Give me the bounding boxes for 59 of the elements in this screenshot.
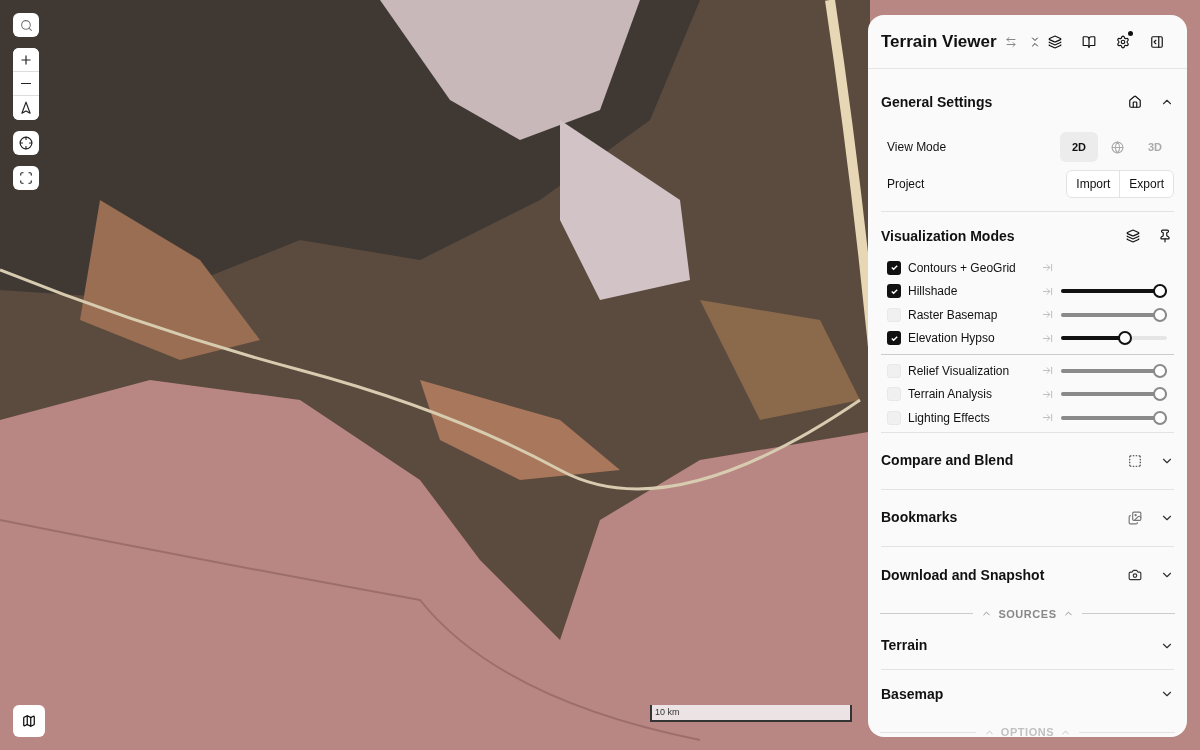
swap-icon[interactable]: [1004, 35, 1017, 48]
opacity-slider[interactable]: [1061, 331, 1167, 346]
layers-icon[interactable]: [1126, 229, 1140, 243]
globe-icon: [1110, 140, 1124, 154]
scale-bar: 10 km: [650, 705, 852, 722]
home-icon[interactable]: [1128, 95, 1142, 109]
section-title: Terrain: [881, 636, 929, 655]
project-button[interactable]: Export: [1119, 171, 1173, 197]
setting-label: View Mode: [887, 139, 948, 156]
section-title: Basemap: [881, 684, 945, 704]
checkmark-icon: [889, 263, 899, 273]
divider-label: OPTIONS: [1000, 725, 1055, 737]
opacity-slider[interactable]: [1061, 363, 1167, 378]
layer-label: Contours + GeoGrid: [908, 259, 1017, 277]
compass-arrow-icon: [19, 101, 33, 115]
panel-toggle-icon[interactable]: [1150, 34, 1164, 49]
images-icon[interactable]: [1128, 510, 1142, 525]
layer-checkbox[interactable]: [887, 260, 901, 275]
opacity-slider[interactable]: [1061, 307, 1167, 322]
zoom-in-button[interactable]: [13, 48, 39, 72]
dashed-square-icon[interactable]: [1128, 453, 1142, 468]
layer-checkbox[interactable]: [887, 284, 901, 299]
section-title: Download and Snapshot: [881, 565, 1046, 585]
search-icon: [19, 18, 33, 32]
section-title: Visualization Modes: [881, 226, 1016, 246]
plus-icon: [19, 52, 33, 67]
layer-label: Hillshade: [908, 283, 959, 301]
book-icon[interactable]: [1082, 34, 1096, 49]
panel-title: Terrain Viewer: [881, 30, 997, 53]
view-mode-tab[interactable]: 2D: [1060, 132, 1098, 162]
fullscreen-button[interactable]: [13, 166, 39, 190]
basemap-button[interactable]: [13, 705, 45, 737]
layer-label: Relief Visualization: [908, 362, 1011, 380]
layer-label: Terrain Analysis: [908, 386, 994, 404]
opacity-slider[interactable]: [1061, 387, 1167, 402]
opacity-slider[interactable]: [1061, 410, 1167, 425]
fullscreen-icon: [19, 171, 33, 185]
camera-icon[interactable]: [1128, 568, 1142, 582]
opacity-slider[interactable]: [1061, 284, 1167, 299]
checkmark-icon: [889, 333, 899, 343]
locate-button[interactable]: [13, 131, 39, 155]
settings-icon[interactable]: [1116, 34, 1130, 49]
section-title: General Settings: [881, 92, 994, 112]
map-icon: [22, 714, 36, 728]
section-title: Compare and Blend: [881, 451, 1015, 470]
pin-icon[interactable]: [1158, 229, 1172, 243]
checkmark-icon: [889, 286, 899, 296]
minus-icon: [21, 82, 31, 85]
setting-label: Project: [887, 176, 926, 193]
search-button[interactable]: [13, 13, 39, 37]
divider-label: SOURCES: [998, 606, 1057, 622]
project-button[interactable]: Import: [1067, 171, 1120, 197]
layer-label: Lighting Effects: [908, 409, 991, 427]
layers-icon[interactable]: [1048, 34, 1062, 49]
layer-label: Raster Basemap: [908, 306, 999, 324]
crosshair-icon: [19, 136, 33, 150]
layer-label: Elevation Hypso: [908, 330, 996, 348]
layer-checkbox[interactable]: [887, 331, 901, 346]
section-title: Bookmarks: [881, 508, 959, 527]
